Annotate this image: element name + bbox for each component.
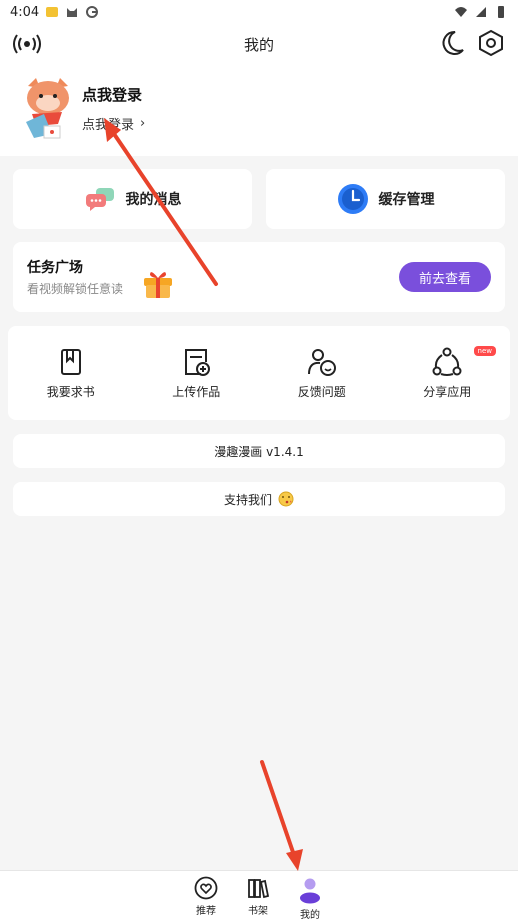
book-icon	[60, 348, 81, 375]
profile-section[interactable]: 点我登录 点我登录 ›	[0, 64, 518, 156]
gift-icon	[144, 272, 172, 298]
nav-recommend-label: 推荐	[196, 906, 216, 917]
login-title[interactable]: 点我登录	[82, 84, 142, 105]
version-text: 漫趣漫画 v1.4.1	[214, 444, 304, 459]
chat-bubbles-icon	[85, 188, 114, 211]
arrow-to-mine-tab	[260, 760, 303, 871]
nav-recommend[interactable]: 推荐	[186, 876, 226, 917]
login-subtitle: 点我登录	[82, 118, 135, 133]
bottom-nav: 推荐 书架 我的	[0, 870, 518, 921]
cache-management-label: 缓存管理	[378, 192, 435, 208]
page-title: 我的	[243, 35, 274, 54]
clock-icon	[337, 184, 368, 214]
signal-icon	[476, 7, 486, 17]
go-view-button[interactable]: 前去查看	[399, 262, 491, 292]
my-messages-card[interactable]: 我的消息	[13, 169, 252, 229]
top-bar: 我的	[0, 24, 518, 64]
nav-bookshelf[interactable]: 书架	[238, 876, 278, 917]
wifi-icon	[455, 7, 467, 17]
task-plaza-card: 任务广场 看视频解锁任意读 前去查看	[13, 242, 505, 312]
support-text: 支持我们	[223, 492, 272, 507]
cat-icon	[67, 8, 78, 17]
status-bar: 4:04	[0, 0, 518, 24]
night-mode-icon[interactable]	[438, 28, 466, 58]
google-icon	[86, 6, 99, 18]
nav-bookshelf-label: 书架	[248, 906, 268, 917]
nav-mine[interactable]: 我的	[290, 876, 330, 921]
task-subtitle: 看视频解锁任意读	[27, 282, 124, 296]
task-title: 任务广场	[27, 260, 83, 276]
request-book-item[interactable]: 我要求书	[8, 326, 134, 420]
avatar[interactable]	[22, 76, 74, 140]
bookshelf-icon	[248, 879, 270, 899]
feedback-label: 反馈问题	[297, 384, 346, 399]
feedback-item[interactable]: 反馈问题	[259, 326, 385, 420]
upload-work-label: 上传作品	[172, 384, 221, 399]
request-book-label: 我要求书	[46, 384, 95, 399]
action-grid: 我要求书 上传作品 反馈问题 new 分享应用	[8, 326, 510, 420]
chevron-right-icon: ›	[140, 116, 146, 131]
notification-icon	[46, 7, 59, 17]
new-badge: new	[473, 346, 496, 356]
login-link[interactable]: 点我登录 ›	[82, 114, 145, 133]
battery-icon	[498, 6, 504, 18]
feedback-icon	[307, 348, 336, 376]
user-icon	[300, 878, 320, 904]
upload-work-item[interactable]: 上传作品	[134, 326, 260, 420]
status-time: 4:04	[10, 4, 40, 20]
kiss-emoji-icon	[278, 491, 294, 507]
share-app-label: 分享应用	[423, 384, 472, 399]
cache-management-card[interactable]: 缓存管理	[266, 169, 505, 229]
settings-icon[interactable]	[476, 28, 506, 58]
support-us-row[interactable]: 支持我们	[13, 482, 505, 516]
share-app-item[interactable]: new 分享应用	[385, 326, 511, 420]
version-row[interactable]: 漫趣漫画 v1.4.1	[13, 434, 505, 468]
share-icon	[432, 347, 462, 376]
heart-icon	[194, 876, 218, 900]
broadcast-icon[interactable]	[12, 30, 42, 58]
upload-icon	[185, 348, 211, 376]
my-messages-label: 我的消息	[125, 192, 182, 208]
nav-mine-label: 我的	[300, 910, 320, 921]
